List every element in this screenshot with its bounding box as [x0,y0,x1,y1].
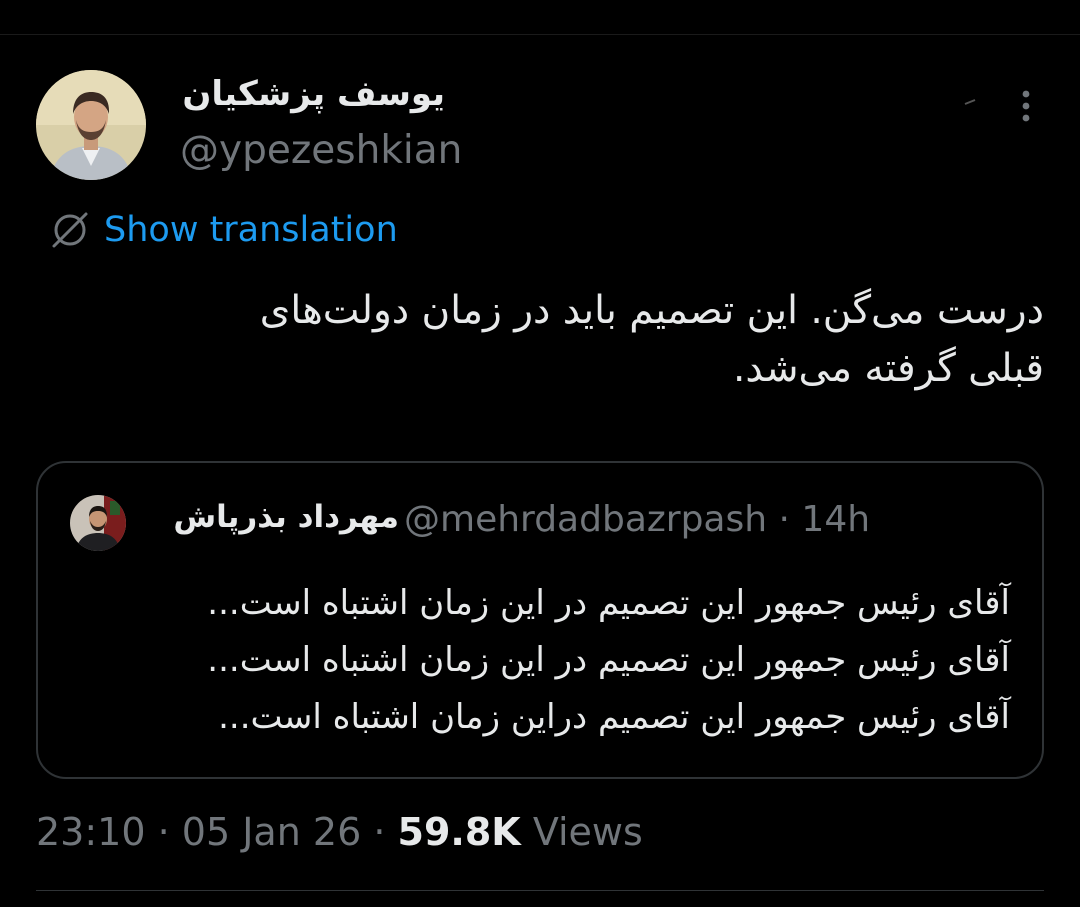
meta-separator: · [778,499,790,540]
tweet-time[interactable]: 23:10 [36,810,146,854]
footer-separator: · [157,810,170,854]
tweet-detail-view: یوسف پزشکیان @ypezeshkian Show translati… [0,0,1080,907]
quoted-text-line: آقای رئیس جمهور این تصمیم دراین زمان اشت… [218,697,1010,737]
quoted-author-avatar[interactable] [70,495,126,551]
tweet-text-line: درست می‌گن. این تصمیم باید در زمان دولت‌… [259,288,1044,333]
bottom-divider [36,890,1044,891]
globe-slash-icon [52,212,88,248]
tweet-text: درست می‌گن. این تصمیم باید در زمان دولت‌… [84,282,1044,398]
quoted-tweet-text: آقای رئیس جمهور این تصمیم در این زمان اش… [80,575,1010,746]
tweet-date[interactable]: 05 Jan 26 [182,810,361,854]
footer-separator: · [373,810,386,854]
views-count[interactable]: 59.8K [398,810,521,854]
quoted-author-name[interactable]: مهرداد بذرپاش [173,499,399,535]
author-avatar[interactable] [36,70,146,180]
show-translation-button[interactable]: Show translation [48,207,398,253]
quoted-meta: @mehrdadbazrpash · 14h [404,499,870,540]
author-name[interactable]: یوسف پزشکیان [182,74,445,114]
profile-photo-icon [70,495,126,551]
tweet-footer-meta: 23:10 · 05 Jan 26 · 59.8K Views [36,810,643,854]
quoted-author-handle[interactable]: @mehrdadbazrpash [404,499,767,540]
show-translation-label: Show translation [104,210,398,250]
decorative-mark [963,92,977,105]
top-divider [0,34,1080,35]
profile-photo-icon [36,70,146,180]
more-options-button[interactable] [1008,86,1044,126]
quoted-text-line: آقای رئیس جمهور این تصمیم در این زمان اش… [207,583,1010,623]
quoted-text-line: آقای رئیس جمهور این تصمیم در این زمان اش… [207,640,1010,680]
views-label: Views [532,810,643,854]
author-handle[interactable]: @ypezeshkian [180,128,462,173]
tweet-text-line: قبلی گرفته می‌شد. [733,346,1044,391]
quoted-time-ago[interactable]: 14h [801,499,870,540]
quoted-tweet-card[interactable]: مهرداد بذرپاش @mehrdadbazrpash · 14h آقا… [36,461,1044,779]
more-vertical-icon [1022,90,1030,122]
